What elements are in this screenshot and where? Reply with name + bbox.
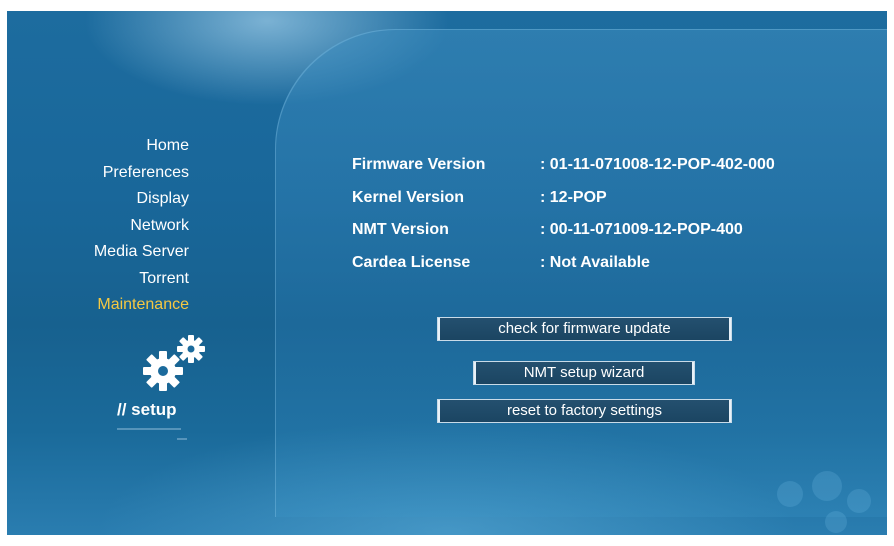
faint-divider [117,428,181,430]
menu-item-preferences[interactable]: Preferences [7,160,189,187]
factory-reset-button[interactable]: reset to factory settings [437,399,732,423]
menu-item-torrent[interactable]: Torrent [7,266,189,293]
kernel-label: Kernel Version [352,188,465,206]
nmt-value: : 00-11-071009-12-POP-400 [540,221,743,238]
firmware-value: : 01-11-071008-12-POP-402-000 [540,156,775,173]
menu-item-media-server[interactable]: Media Server [7,239,189,266]
decor-bubble [825,511,847,533]
decor-bubble [777,481,803,507]
decor-bubble [847,489,871,513]
section-label: // setup [117,400,177,419]
cardea-label: Cardea License [352,253,471,271]
setup-screen: Home Preferences Display Network Media S… [7,11,887,535]
menu-item-network[interactable]: Network [7,213,189,240]
nmt-label: NMT Version [352,221,449,238]
menu-item-display[interactable]: Display [7,186,189,213]
check-firmware-update-button[interactable]: check for firmware update [437,317,732,341]
firmware-label: Firmware Version [352,156,486,173]
menu-item-home[interactable]: Home [7,133,189,160]
side-menu: Home Preferences Display Network Media S… [7,133,189,319]
faint-divider [177,438,187,440]
gears-icon [143,335,205,391]
menu-item-maintenance[interactable]: Maintenance [7,292,189,319]
setup-wizard-button[interactable]: NMT setup wizard [473,361,695,385]
cardea-value: : Not Available [540,253,650,271]
decor-bubble [812,471,842,501]
kernel-value: : 12-POP [540,188,607,206]
